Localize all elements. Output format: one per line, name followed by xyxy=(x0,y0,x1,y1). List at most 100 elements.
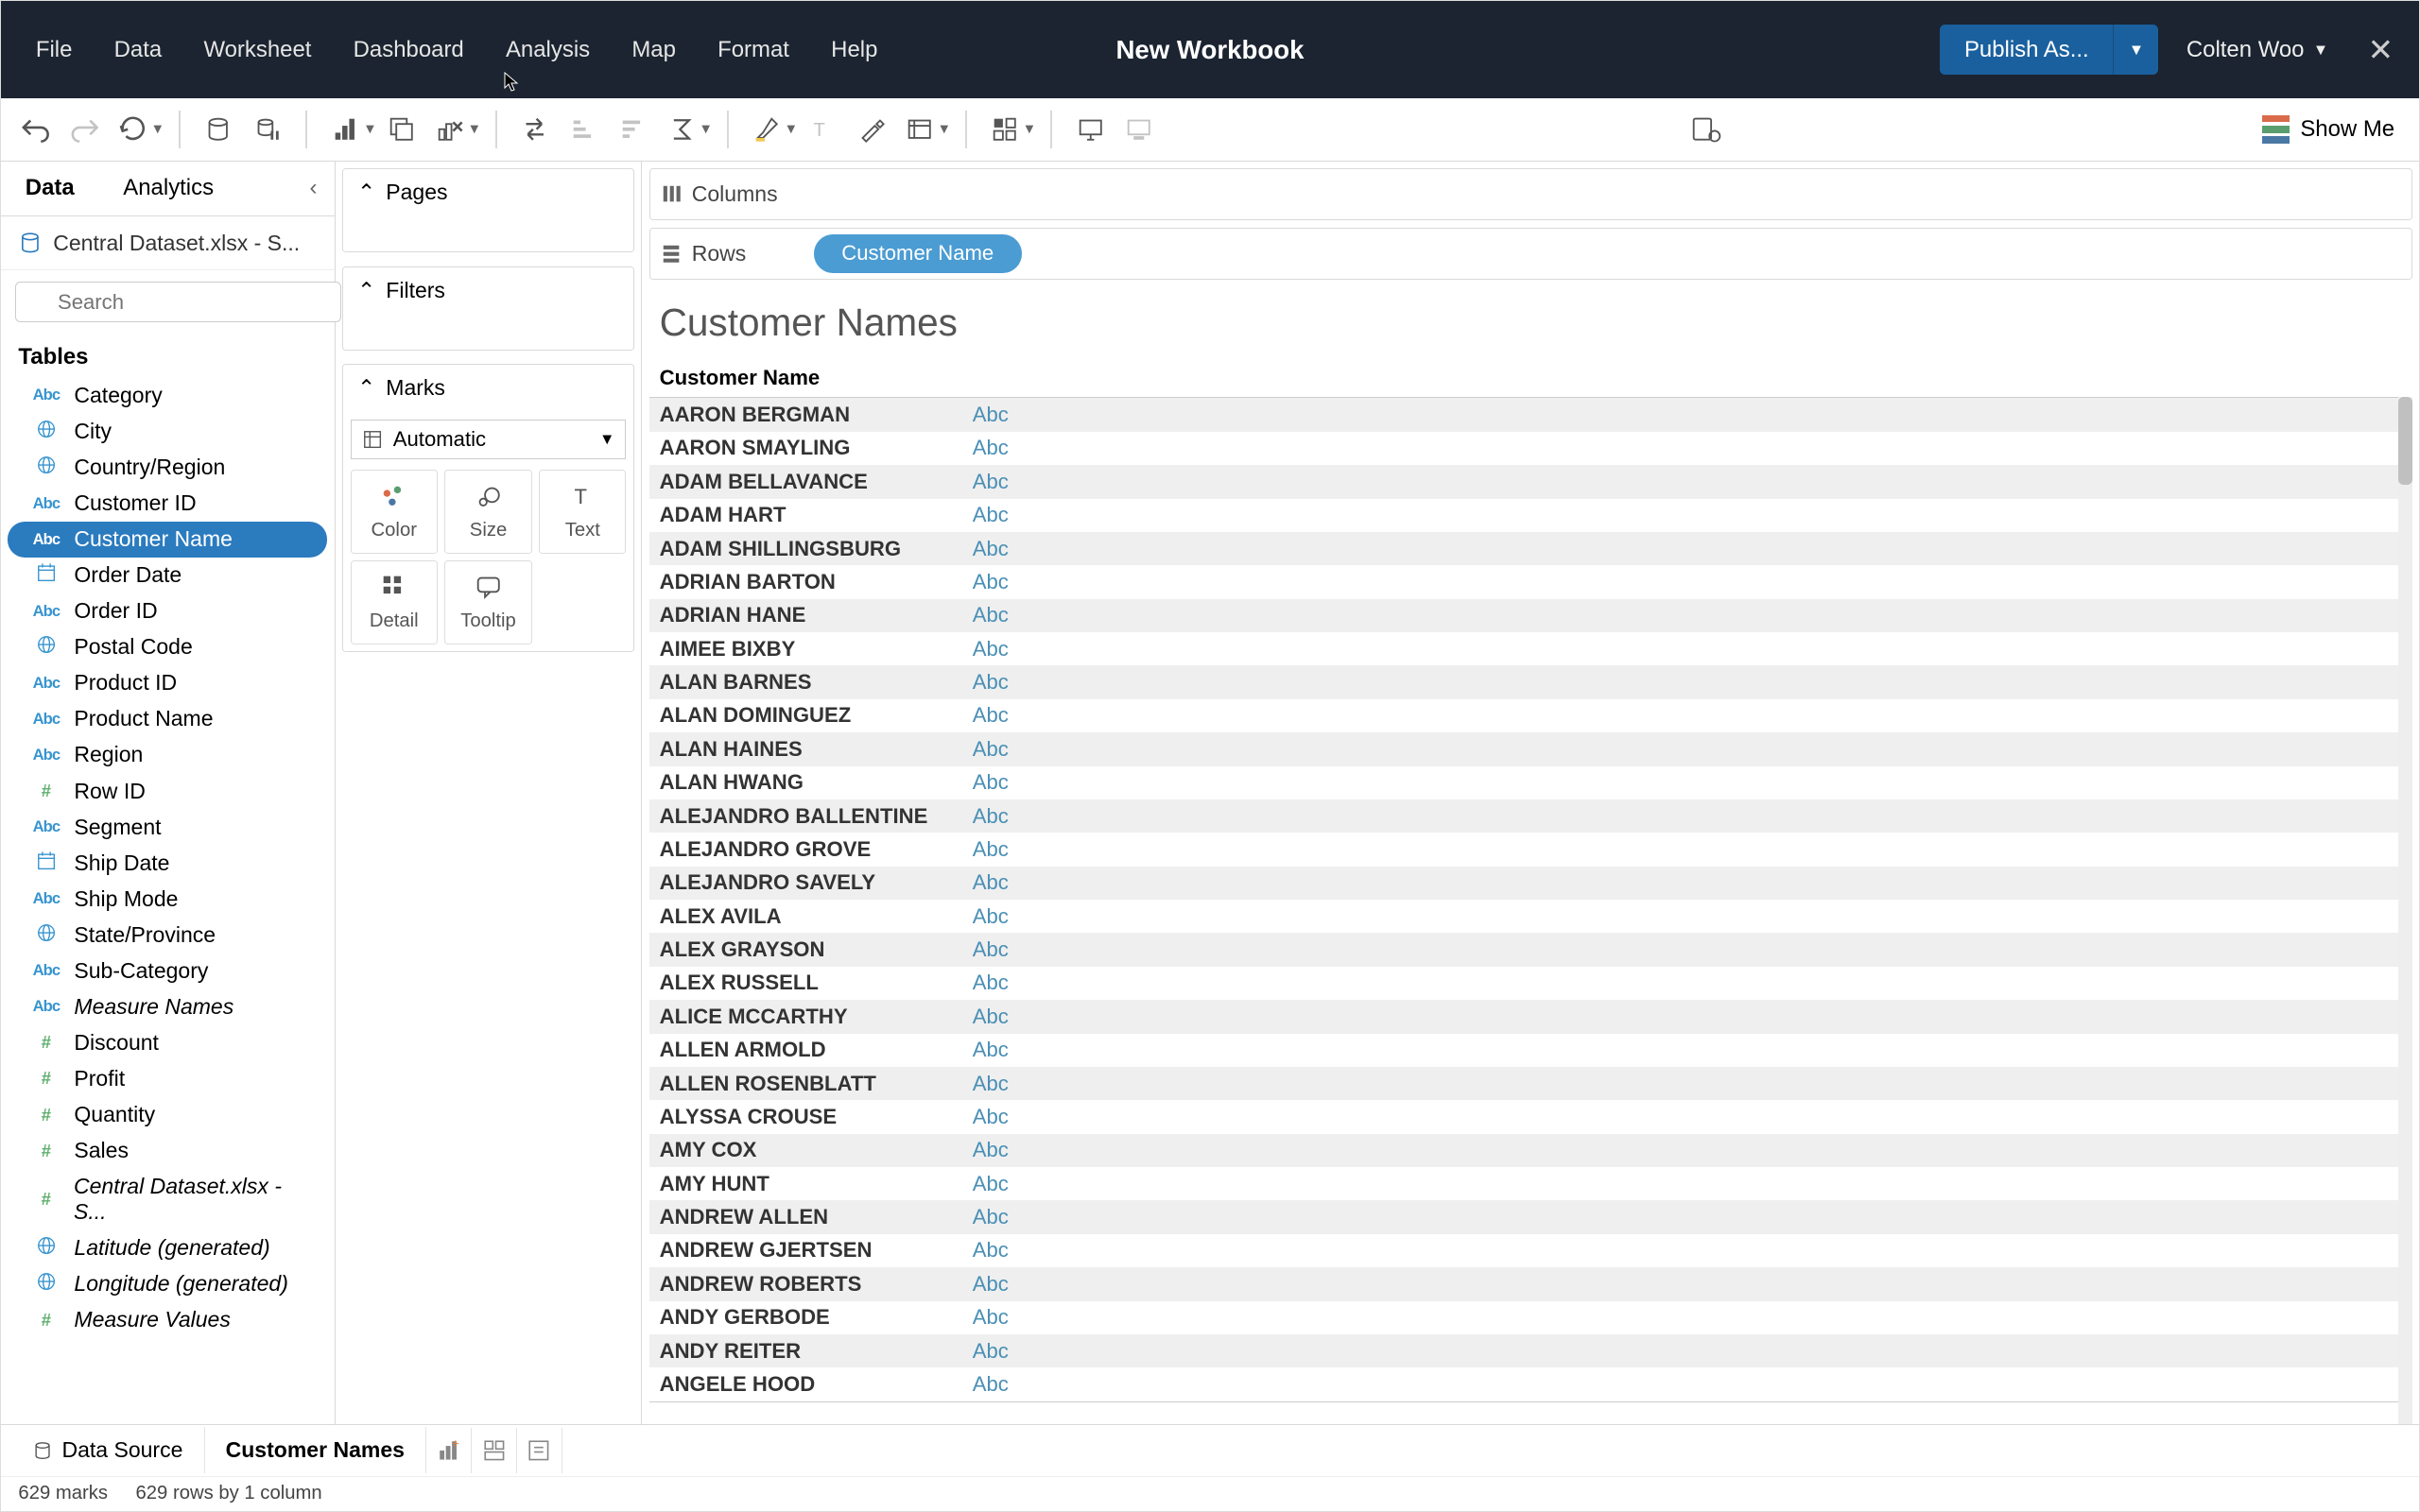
table-row[interactable]: ANDY GERBODEAbc xyxy=(649,1301,2412,1334)
user-menu[interactable]: Colten Woo ▼ xyxy=(2180,26,2336,74)
publish-dropdown-caret[interactable]: ▼ xyxy=(2113,25,2158,76)
mark-card-color[interactable]: Color xyxy=(351,470,438,553)
redo-icon[interactable] xyxy=(60,105,110,154)
field-category[interactable]: AbcCategory xyxy=(1,377,335,413)
table-row[interactable]: ALAN DOMINGUEZAbc xyxy=(649,699,2412,732)
table-row[interactable]: ALEX GRAYSONAbc xyxy=(649,933,2412,966)
fix-axes-caret[interactable]: ▼ xyxy=(1023,122,1037,137)
table-row[interactable]: ALLEN ARMOLDAbc xyxy=(649,1034,2412,1067)
close-icon[interactable]: ✕ xyxy=(2357,26,2406,75)
table-row[interactable]: ALEJANDRO GROVEAbc xyxy=(649,833,2412,866)
table-row[interactable]: ALEX AVILAAbc xyxy=(649,900,2412,933)
table-row[interactable]: AMY HUNTAbc xyxy=(649,1167,2412,1200)
scrollbar-thumb[interactable] xyxy=(2398,397,2412,484)
table-row[interactable]: AARON SMAYLINGAbc xyxy=(649,432,2412,465)
pages-shelf[interactable]: ⌃Pages xyxy=(342,168,634,252)
columns-shelf[interactable]: Columns xyxy=(649,168,2412,220)
field-profit[interactable]: #Profit xyxy=(1,1060,335,1096)
field-central-dataset-xlsx-s-[interactable]: #Central Dataset.xlsx - S... xyxy=(1,1169,335,1230)
mark-card-tooltip[interactable]: Tooltip xyxy=(444,560,531,644)
mark-card-text[interactable]: TText xyxy=(539,470,626,553)
table-row[interactable]: ADAM SHILLINGSBURGAbc xyxy=(649,532,2412,565)
new-story-tab-icon[interactable] xyxy=(517,1428,562,1473)
sheet-title[interactable]: Customer Names xyxy=(642,280,2419,359)
menu-data[interactable]: Data xyxy=(94,19,183,80)
publish-as-button[interactable]: Publish As... xyxy=(1940,25,2113,76)
field-state-province[interactable]: State/Province xyxy=(1,917,335,953)
field-customer-id[interactable]: AbcCustomer ID xyxy=(1,486,335,522)
totals-caret[interactable]: ▼ xyxy=(699,122,713,137)
tab-sheet-customer-names[interactable]: Customer Names xyxy=(205,1427,427,1473)
replay-caret[interactable]: ▼ xyxy=(150,122,164,137)
table-row[interactable]: ANDREW ALLENAbc xyxy=(649,1200,2412,1233)
new-worksheet-caret[interactable]: ▼ xyxy=(363,122,377,137)
field-order-id[interactable]: AbcOrder ID xyxy=(1,593,335,629)
show-me-button[interactable]: Show Me xyxy=(2248,115,2409,143)
swap-icon[interactable] xyxy=(510,105,560,154)
new-worksheet-tab-icon[interactable]: + xyxy=(426,1428,472,1473)
duplicate-icon[interactable] xyxy=(377,105,426,154)
new-datasource-icon[interactable] xyxy=(194,105,243,154)
field-order-date[interactable]: Order Date xyxy=(1,558,335,593)
field-latitude-generated-[interactable]: Latitude (generated) xyxy=(1,1230,335,1266)
table-row[interactable]: ALAN HAINESAbc xyxy=(649,732,2412,765)
table-row[interactable]: ADAM BELLAVANCEAbc xyxy=(649,465,2412,498)
field-sub-category[interactable]: AbcSub-Category xyxy=(1,953,335,988)
fit-caret[interactable]: ▼ xyxy=(938,122,952,137)
menu-map[interactable]: Map xyxy=(611,19,697,80)
table-row[interactable]: ALAN BARNESAbc xyxy=(649,665,2412,698)
pause-auto-updates-icon[interactable] xyxy=(243,105,292,154)
table-row[interactable]: ADRIAN HANEAbc xyxy=(649,599,2412,632)
tab-data[interactable]: Data xyxy=(1,162,98,215)
mark-card-size[interactable]: Size xyxy=(444,470,531,553)
field-ship-date[interactable]: Ship Date xyxy=(1,845,335,881)
datasource-item[interactable]: Central Dataset.xlsx - S... xyxy=(1,216,335,270)
field-measure-values[interactable]: #Measure Values xyxy=(1,1302,335,1338)
pill-customer-name[interactable]: Customer Name xyxy=(814,234,1022,273)
new-dashboard-tab-icon[interactable] xyxy=(472,1428,517,1473)
table-row[interactable]: ALICE MCCARTHYAbc xyxy=(649,1000,2412,1033)
table-row[interactable]: ALEJANDRO BALLENTINEAbc xyxy=(649,799,2412,833)
mark-type-select[interactable]: Automatic ▼ xyxy=(351,420,627,460)
field-postal-code[interactable]: Postal Code xyxy=(1,629,335,665)
presentation-icon[interactable] xyxy=(1066,105,1115,154)
field-product-name[interactable]: AbcProduct Name xyxy=(1,701,335,737)
field-sales[interactable]: #Sales xyxy=(1,1133,335,1169)
table-row[interactable]: ANDREW ROBERTSAbc xyxy=(649,1267,2412,1300)
field-product-id[interactable]: AbcProduct ID xyxy=(1,665,335,701)
menu-dashboard[interactable]: Dashboard xyxy=(333,19,485,80)
field-longitude-generated-[interactable]: Longitude (generated) xyxy=(1,1266,335,1302)
field-ship-mode[interactable]: AbcShip Mode xyxy=(1,881,335,917)
table-row[interactable]: AMY COXAbc xyxy=(649,1134,2412,1167)
field-country-region[interactable]: Country/Region xyxy=(1,449,335,485)
menu-file[interactable]: File xyxy=(15,19,94,80)
table-row[interactable]: ALLEN ROSENBLATTAbc xyxy=(649,1067,2412,1100)
table-row[interactable]: ALEX RUSSELLAbc xyxy=(649,967,2412,1000)
table-row[interactable]: ANDREW GJERTSENAbc xyxy=(649,1234,2412,1267)
data-guide-icon[interactable] xyxy=(1682,105,1731,154)
table-row[interactable]: ALYSSA CROUSEAbc xyxy=(649,1100,2412,1133)
highlight-caret[interactable]: ▼ xyxy=(785,122,799,137)
column-header[interactable]: Customer Name xyxy=(660,366,821,390)
menu-help[interactable]: Help xyxy=(810,19,898,80)
field-segment[interactable]: AbcSegment xyxy=(1,809,335,845)
table-row[interactable]: AIMEE BIXBYAbc xyxy=(649,632,2412,665)
table-row[interactable]: ALAN HWANGAbc xyxy=(649,766,2412,799)
field-discount[interactable]: #Discount xyxy=(1,1024,335,1060)
search-input[interactable] xyxy=(15,282,341,322)
mark-card-detail[interactable]: Detail xyxy=(351,560,438,644)
tab-data-source[interactable]: Data Source xyxy=(11,1427,204,1473)
filters-shelf[interactable]: ⌃Filters xyxy=(342,266,634,351)
undo-icon[interactable] xyxy=(11,105,60,154)
table-row[interactable]: AARON BERGMANAbc xyxy=(649,398,2412,431)
table-row[interactable]: ALEJANDRO SAVELYAbc xyxy=(649,867,2412,900)
format-icon[interactable] xyxy=(847,105,896,154)
field-quantity[interactable]: #Quantity xyxy=(1,1096,335,1132)
clear-caret[interactable]: ▼ xyxy=(468,122,482,137)
tab-analytics[interactable]: Analytics xyxy=(98,162,237,215)
menu-format[interactable]: Format xyxy=(697,19,810,80)
rows-shelf[interactable]: Rows Customer Name xyxy=(649,228,2412,280)
menu-worksheet[interactable]: Worksheet xyxy=(182,19,332,80)
field-measure-names[interactable]: AbcMeasure Names xyxy=(1,988,335,1024)
table-row[interactable]: ADAM HARTAbc xyxy=(649,499,2412,532)
